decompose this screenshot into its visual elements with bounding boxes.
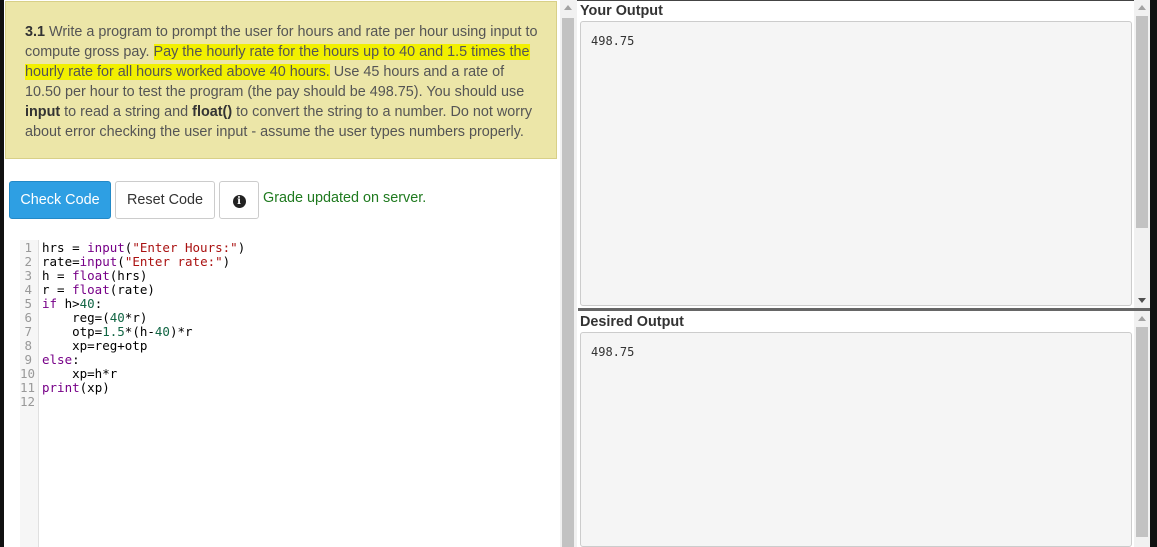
line-number: 6: [24, 310, 32, 325]
line-number: 5: [24, 296, 32, 311]
instructions-text-3: to read a string and: [64, 104, 189, 120]
code-line: rate=input("Enter rate:"): [42, 254, 231, 269]
desired-output-box: 498.75: [580, 332, 1132, 547]
line-number: 2: [24, 254, 32, 269]
line-number: 3: [24, 268, 32, 283]
your-output-title: Your Output: [580, 3, 663, 19]
line-number: 7: [24, 324, 32, 339]
your-output-scrollbar[interactable]: [1134, 0, 1150, 308]
your-output-box: 498.75: [580, 21, 1132, 306]
pane-splitter-scrollbar[interactable]: [560, 0, 577, 547]
scrollbar-thumb[interactable]: [1136, 327, 1148, 537]
code-line: xp=reg+otp: [42, 338, 148, 353]
scroll-up-arrow-icon[interactable]: [1138, 316, 1146, 321]
code-line: print(xp): [42, 380, 110, 395]
exercise-instructions: 3.1 Write a program to prompt the user f…: [5, 1, 557, 159]
reset-code-button[interactable]: Reset Code: [115, 181, 215, 219]
line-number: 9: [24, 352, 32, 367]
line-number: 4: [24, 282, 32, 297]
info-circle-icon: i: [232, 195, 246, 208]
your-output-panel: Your Output 498.75: [578, 0, 1150, 308]
code-line: hrs = input("Enter Hours:"): [42, 240, 246, 255]
exercise-number: 3.1: [25, 24, 46, 40]
grade-status-text: Grade updated on server.: [263, 190, 427, 206]
scroll-up-arrow-icon[interactable]: [564, 5, 572, 10]
line-number: 11: [20, 380, 36, 395]
code-line: if h>40:: [42, 296, 103, 311]
keyword-input: input: [25, 104, 61, 120]
keyword-float: float(): [192, 104, 233, 120]
code-editor[interactable]: 1 2 3 4 5 6 7 8 9 10 11 12 hrs = input("…: [20, 240, 559, 547]
code-line: reg=(40*r): [42, 310, 148, 325]
info-button[interactable]: i: [219, 181, 259, 219]
scrollbar-thumb[interactable]: [1136, 16, 1148, 228]
code-line: otp=1.5*(h-40)*r: [42, 324, 193, 339]
line-number: 8: [24, 338, 32, 353]
exercise-pane: 3.1 Write a program to prompt the user f…: [4, 0, 560, 547]
line-number: 10: [20, 366, 36, 381]
code-line: h = float(hrs): [42, 268, 148, 283]
check-code-button[interactable]: Check Code: [9, 181, 111, 219]
code-line: else:: [42, 352, 80, 367]
desired-output-scrollbar[interactable]: [1134, 311, 1150, 547]
code-line: xp=h*r: [42, 366, 118, 381]
desired-output-panel: Desired Output 498.75: [578, 311, 1150, 547]
line-number: 12: [20, 394, 36, 409]
scrollbar-thumb[interactable]: [562, 18, 574, 547]
window-right-border: [1150, 0, 1157, 547]
desired-output-title: Desired Output: [580, 314, 684, 330]
scroll-up-arrow-icon[interactable]: [1138, 5, 1146, 10]
scroll-down-arrow-icon[interactable]: [1138, 298, 1146, 303]
code-line: r = float(rate): [42, 282, 155, 297]
line-number: 1: [24, 240, 32, 255]
